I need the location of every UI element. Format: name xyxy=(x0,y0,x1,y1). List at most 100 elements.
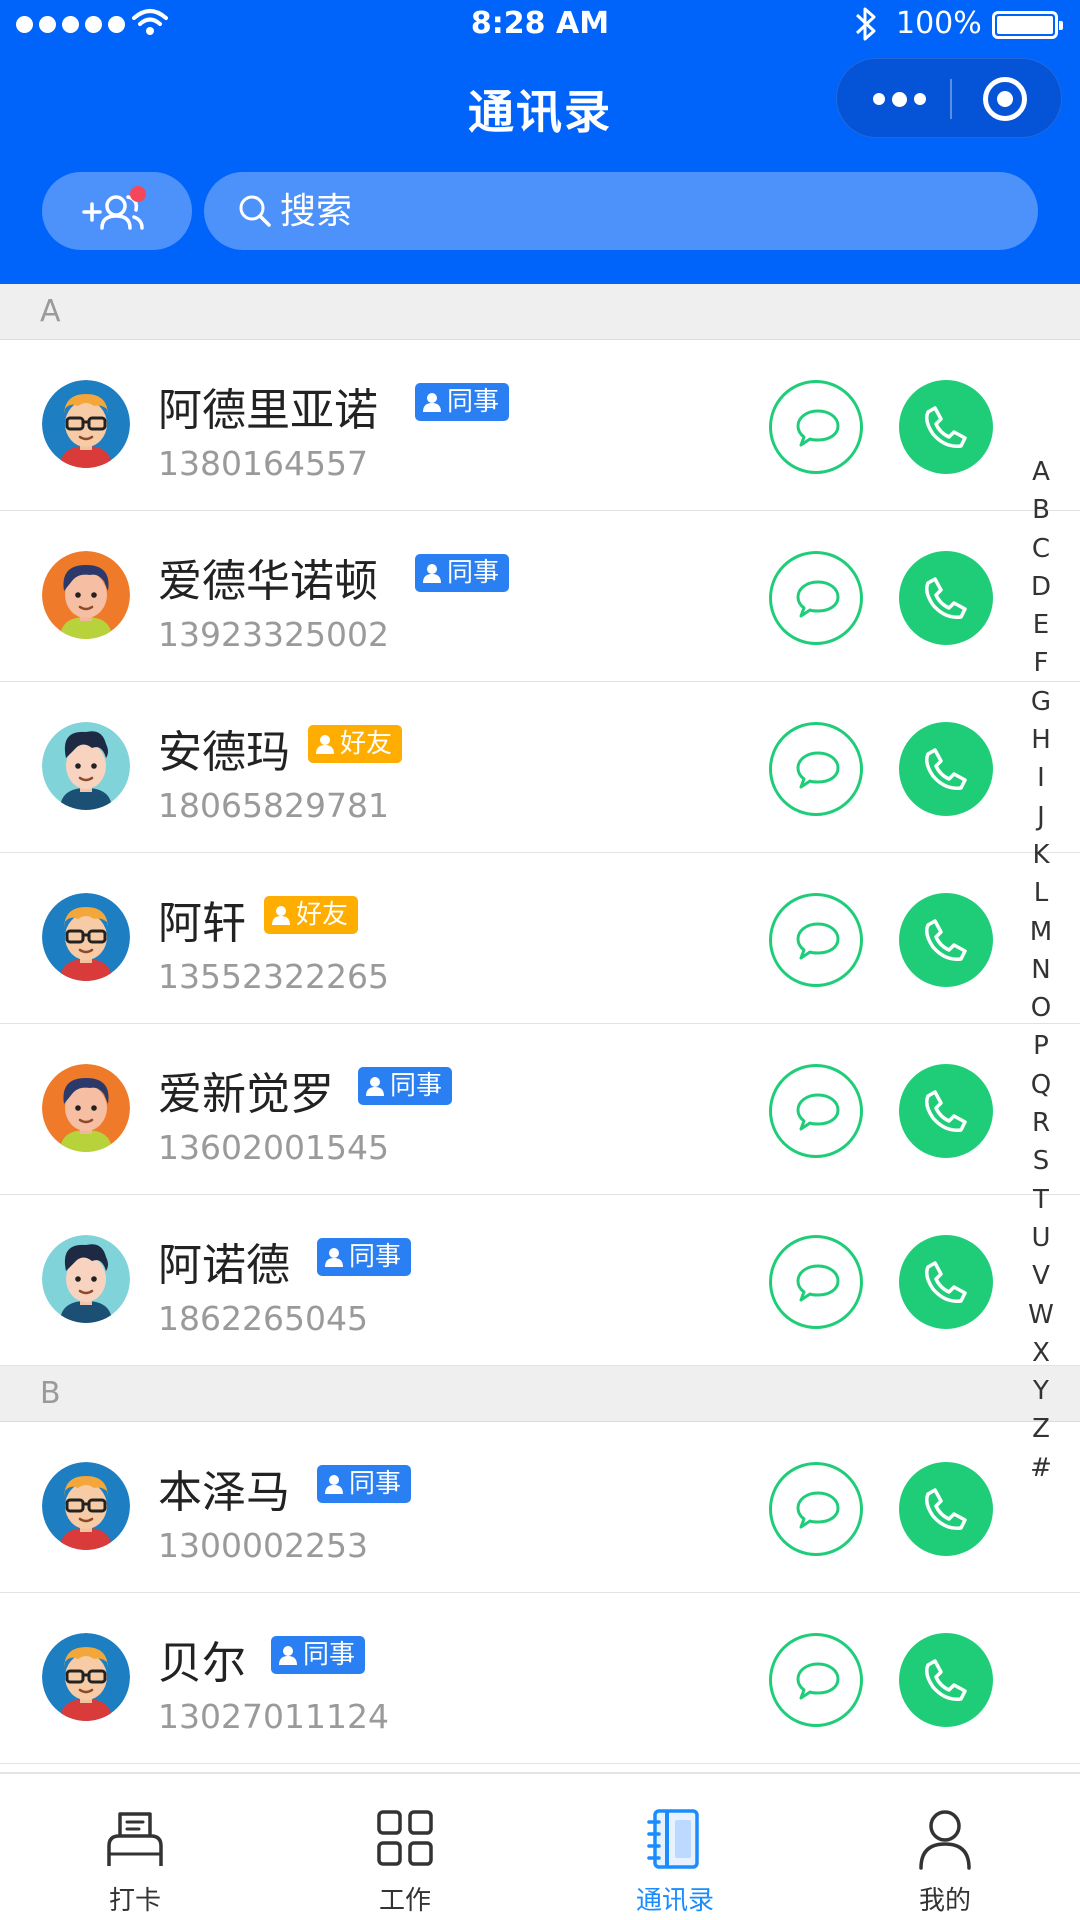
contact-row[interactable]: 阿诺德 同事 1862265045 xyxy=(0,1195,1080,1366)
capsule-divider xyxy=(950,79,952,119)
avatar xyxy=(42,722,130,810)
contact-row[interactable]: 安德玛 好友 18065829781 xyxy=(0,682,1080,853)
tab-punch-card[interactable]: 打卡 xyxy=(0,1774,270,1920)
contact-list: A 阿德里亚诺 同事 1380164557 爱德华诺顿 同事 139233250… xyxy=(0,284,1080,1764)
contact-name: 阿德里亚诺 xyxy=(158,385,378,436)
user-icon xyxy=(423,564,441,583)
index-letter[interactable]: E xyxy=(1024,606,1058,644)
index-letter[interactable]: R xyxy=(1024,1104,1058,1142)
index-letter[interactable]: Z xyxy=(1024,1410,1058,1448)
colleague-tag: 同事 xyxy=(358,1067,453,1105)
index-letter[interactable]: Y xyxy=(1024,1372,1058,1410)
index-letter[interactable]: J xyxy=(1024,798,1058,836)
tag-label: 好友 xyxy=(296,900,349,930)
contact-row[interactable]: 阿轩 好友 13552322265 xyxy=(0,853,1080,1024)
index-letter[interactable]: V xyxy=(1024,1257,1058,1295)
call-button[interactable] xyxy=(899,380,993,474)
avatar-glasses-man-icon xyxy=(42,1462,130,1550)
index-letter[interactable]: W xyxy=(1024,1296,1058,1334)
search-bar[interactable] xyxy=(204,172,1038,250)
user-icon xyxy=(423,393,441,412)
tab-label: 通讯录 xyxy=(635,1886,714,1916)
message-button[interactable] xyxy=(769,722,863,816)
user-icon xyxy=(272,906,290,925)
tab-mine[interactable]: 我的 xyxy=(810,1774,1080,1920)
chat-bubble-icon xyxy=(796,751,840,789)
contact-phone: 1300002253 xyxy=(158,1526,368,1565)
index-letter[interactable]: U xyxy=(1024,1219,1058,1257)
index-letter[interactable]: K xyxy=(1024,836,1058,874)
contact-row[interactable]: 爱德华诺顿 同事 13923325002 xyxy=(0,511,1080,682)
index-letter[interactable]: A xyxy=(1024,453,1058,491)
index-letter[interactable]: T xyxy=(1024,1181,1058,1219)
avatar-glasses-man-icon xyxy=(42,1633,130,1721)
phone-icon xyxy=(925,1659,967,1701)
tab-label: 我的 xyxy=(918,1886,971,1916)
message-button[interactable] xyxy=(769,1064,863,1158)
user-icon xyxy=(325,1475,343,1494)
contact-phone: 13602001545 xyxy=(158,1128,389,1167)
call-button[interactable] xyxy=(899,551,993,645)
tag-label: 同事 xyxy=(349,1469,402,1499)
index-letter[interactable]: C xyxy=(1024,530,1058,568)
message-button[interactable] xyxy=(769,1633,863,1727)
close-target-icon[interactable] xyxy=(983,77,1027,121)
colleague-tag: 同事 xyxy=(317,1238,412,1276)
contact-row[interactable]: 贝尔 同事 13027011124 xyxy=(0,1593,1080,1764)
colleague-tag: 同事 xyxy=(271,1636,366,1674)
call-button[interactable] xyxy=(899,1633,993,1727)
index-letter[interactable]: M xyxy=(1024,913,1058,951)
index-letter[interactable]: Q xyxy=(1024,1066,1058,1104)
chat-bubble-icon xyxy=(796,1491,840,1529)
avatar xyxy=(42,1462,130,1550)
message-button[interactable] xyxy=(769,1235,863,1329)
message-button[interactable] xyxy=(769,893,863,987)
contact-row[interactable]: 阿德里亚诺 同事 1380164557 xyxy=(0,340,1080,511)
index-letter[interactable]: H xyxy=(1024,721,1058,759)
avatar-glasses-man-icon xyxy=(42,380,130,468)
more-options-icon[interactable] xyxy=(869,79,929,119)
tab-work[interactable]: 工作 xyxy=(270,1774,540,1920)
alphabet-index[interactable]: A B C D E F G H I J K L M N O P Q R S T … xyxy=(1024,453,1058,1487)
index-letter[interactable]: D xyxy=(1024,568,1058,606)
avatar xyxy=(42,551,130,639)
call-button[interactable] xyxy=(899,1064,993,1158)
index-letter[interactable]: G xyxy=(1024,683,1058,721)
index-letter[interactable]: B xyxy=(1024,491,1058,529)
call-button[interactable] xyxy=(899,1235,993,1329)
index-letter[interactable]: N xyxy=(1024,951,1058,989)
contact-row[interactable]: 爱新觉罗 同事 13602001545 xyxy=(0,1024,1080,1195)
bottom-tab-bar: 打卡 工作 通讯录 我的 xyxy=(0,1772,1080,1920)
index-letter[interactable]: P xyxy=(1024,1027,1058,1065)
call-button[interactable] xyxy=(899,1462,993,1556)
phone-icon xyxy=(925,1488,967,1530)
chat-bubble-icon xyxy=(796,1662,840,1700)
avatar xyxy=(42,1064,130,1152)
tag-label: 同事 xyxy=(303,1640,356,1670)
call-button[interactable] xyxy=(899,893,993,987)
message-button[interactable] xyxy=(769,551,863,645)
avatar-glasses-man-icon xyxy=(42,893,130,981)
tab-contacts[interactable]: 通讯录 xyxy=(540,1774,810,1920)
index-letter[interactable]: X xyxy=(1024,1334,1058,1372)
phone-icon xyxy=(925,748,967,790)
index-letter[interactable]: F xyxy=(1024,644,1058,682)
phone-icon xyxy=(925,577,967,619)
index-letter[interactable]: L xyxy=(1024,874,1058,912)
message-button[interactable] xyxy=(769,1462,863,1556)
search-input[interactable] xyxy=(280,172,980,250)
avatar-teal-man-icon xyxy=(42,1235,130,1323)
contact-name: 安德玛 xyxy=(158,727,290,778)
call-button[interactable] xyxy=(899,722,993,816)
avatar xyxy=(42,893,130,981)
chat-bubble-icon xyxy=(796,922,840,960)
index-letter[interactable]: # xyxy=(1024,1449,1058,1487)
index-letter[interactable]: I xyxy=(1024,759,1058,797)
contact-row[interactable]: 本泽马 同事 1300002253 xyxy=(0,1422,1080,1593)
index-letter[interactable]: S xyxy=(1024,1142,1058,1180)
header-bar: 8:28 AM 100% 通讯录 xyxy=(0,0,1080,284)
index-letter[interactable]: O xyxy=(1024,989,1058,1027)
user-icon xyxy=(325,1248,343,1267)
message-button[interactable] xyxy=(769,380,863,474)
add-contact-button[interactable] xyxy=(42,172,192,250)
